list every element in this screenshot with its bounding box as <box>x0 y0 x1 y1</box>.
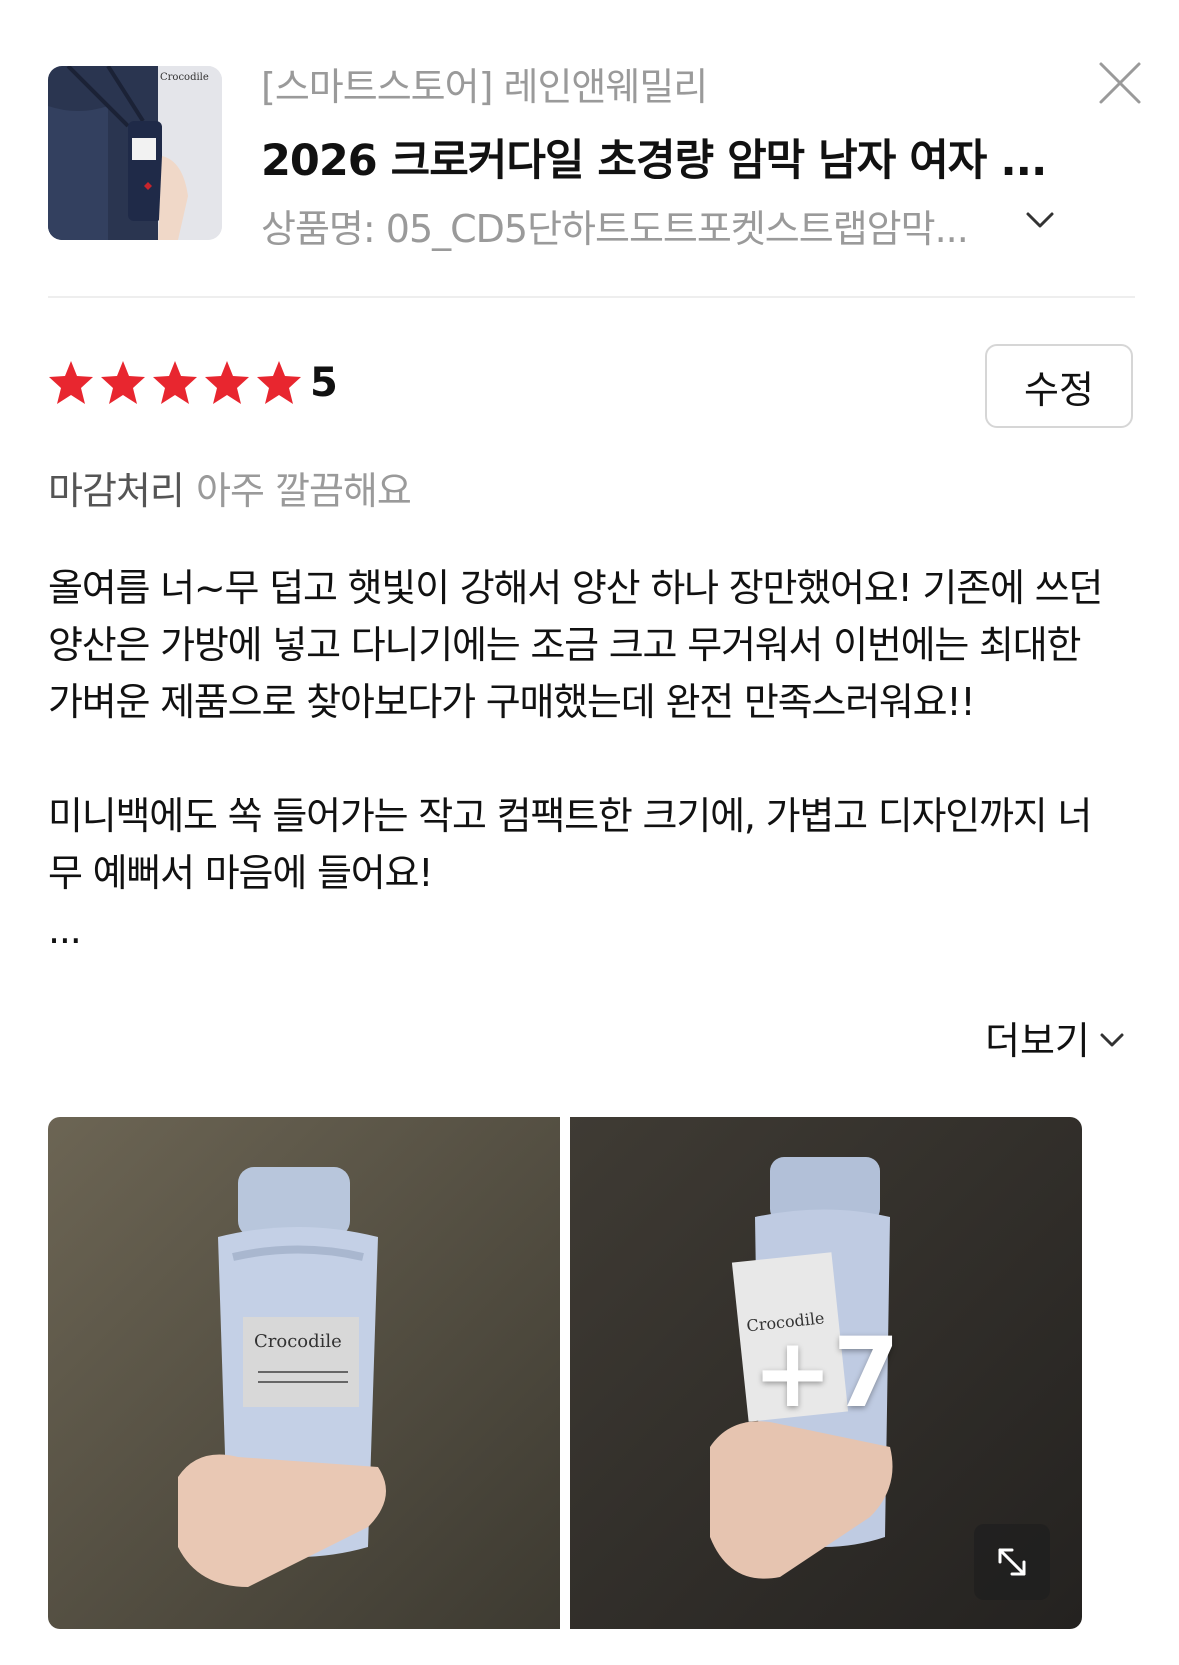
review-line: 가벼운 제품으로 찾아보다가 구매했는데 완전 만족스러워요!! <box>48 680 976 724</box>
review-line: 미니백에도 쏙 들어가는 작고 컴팩트한 크기에, 가볍고 디자인까지 너 <box>48 794 1092 838</box>
svg-text:Crocodile: Crocodile <box>160 72 209 83</box>
review-line: 양산은 가방에 넣고 다니기에는 조금 크고 무거워서 이번에는 최대한 <box>48 623 1082 667</box>
edit-button[interactable]: 수정 <box>985 344 1133 428</box>
star-icon <box>101 361 145 404</box>
more-button[interactable]: 더보기 <box>985 1010 1128 1065</box>
review-photo[interactable]: Crocodile <box>48 1117 560 1629</box>
chevron-down-icon <box>1100 1033 1124 1046</box>
review-line: 무 예뻐서 마음에 들어요! <box>48 851 433 895</box>
header-divider <box>48 296 1135 298</box>
product-title[interactable]: 2026 크로커다일 초경량 암막 남자 여자 ... <box>261 126 1047 188</box>
expand-icon <box>998 1548 1026 1576</box>
star-icon <box>49 361 93 404</box>
more-label: 더보기 <box>985 1019 1090 1063</box>
rating-score: 5 <box>310 360 338 406</box>
svg-text:Crocodile: Crocodile <box>254 1331 342 1352</box>
star-rating <box>46 358 304 408</box>
star-icon <box>153 361 197 404</box>
review-body: 올여름 너~무 덥고 햇빛이 강해서 양산 하나 장만했어요! 기존에 쓰던 양… <box>48 560 1138 959</box>
product-option[interactable]: 상품명: 05_CD5단하트도트포켓스트랩암막... <box>261 198 969 253</box>
product-thumbnail[interactable]: Crocodile <box>48 66 222 240</box>
close-icon[interactable] <box>1095 58 1145 108</box>
star-icon <box>257 361 301 404</box>
store-name: [스마트스토어] 레인앤웨밀리 <box>261 65 708 109</box>
umbrella-photo-image: Crocodile <box>48 1117 560 1629</box>
attribute-value: 아주 깔끔해요 <box>196 469 412 513</box>
attribute-label: 마감처리 <box>48 469 185 513</box>
expand-button[interactable] <box>974 1524 1050 1600</box>
review-line: 올여름 너~무 덥고 햇빛이 강해서 양산 하나 장만했어요! 기존에 쓰던 <box>48 566 1103 610</box>
star-icon <box>205 361 249 404</box>
chevron-down-icon[interactable] <box>1022 206 1058 234</box>
review-ellipsis: ... <box>48 908 82 952</box>
product-thumbnail-image: Crocodile <box>48 66 222 240</box>
